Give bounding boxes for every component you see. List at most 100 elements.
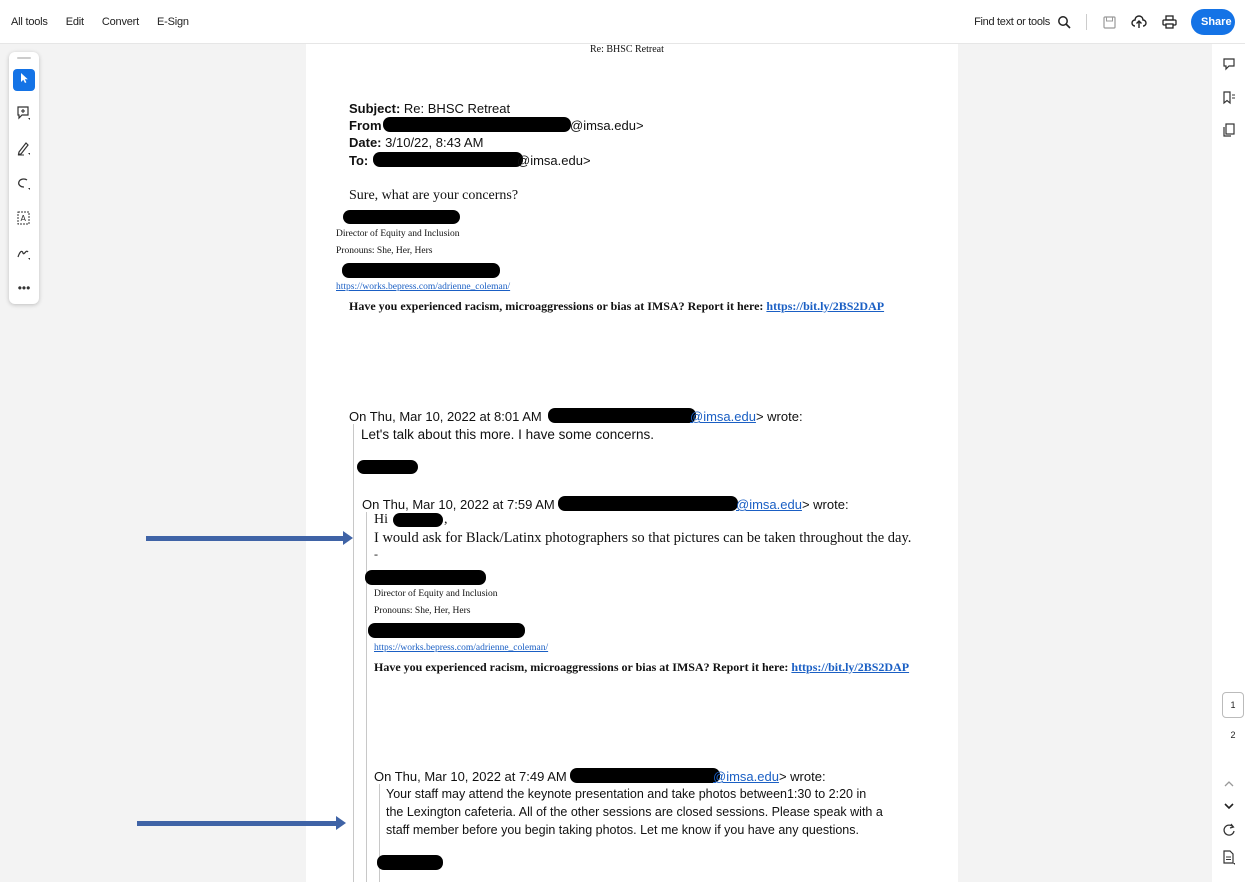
draw-tool[interactable] — [13, 139, 35, 161]
sign-tool[interactable] — [13, 244, 35, 266]
report-link[interactable]: https://bit.ly/2BS2DAP — [766, 299, 884, 313]
cursor-arrow-icon — [18, 71, 30, 90]
save-icon[interactable] — [1101, 14, 1117, 30]
text-box-tool[interactable]: A — [13, 209, 35, 231]
more-tools-button[interactable]: ••• — [13, 277, 35, 299]
quote2-report-text: Have you experienced racism, microaggres… — [374, 660, 789, 674]
quote1-header: On Thu, Mar 10, 2022 at 8:01 AM — [349, 408, 542, 425]
redaction-mark — [365, 570, 486, 585]
menu-all-tools[interactable]: All tools — [11, 16, 48, 28]
signature-title: Director of Equity and Inclusion — [336, 229, 460, 239]
comment-tool[interactable] — [13, 104, 35, 126]
subject-line: Subject: Re: BHSC Retreat — [349, 100, 510, 117]
quote2-signature-title: Director of Equity and Inclusion — [374, 589, 498, 599]
report-line: Have you experienced racism, microaggres… — [349, 299, 884, 314]
quote2-sender: @imsa.edu> wrote: — [736, 496, 849, 513]
redaction-mark — [383, 117, 571, 132]
quote2-header: On Thu, Mar 10, 2022 at 7:59 AM — [362, 496, 555, 513]
to-line: To: — [349, 152, 368, 169]
from-domain: @imsa.edu> — [570, 118, 644, 133]
palette-grip[interactable] — [17, 57, 31, 59]
redaction-mark — [558, 496, 738, 511]
quote3-wrote: > wrote: — [778, 769, 826, 784]
text-box-icon: A — [16, 210, 32, 231]
quote1-prefix: On Thu, Mar 10, 2022 at 8:01 AM — [349, 409, 542, 424]
quote3-line-2: the Lexington cafeteria. All of the othe… — [386, 805, 883, 819]
signature-pronouns: Pronouns: She, Her, Hers — [336, 246, 433, 256]
find-label: Find text or tools — [974, 16, 1050, 28]
pages-panel-icon[interactable] — [1221, 122, 1237, 138]
signature-link[interactable]: https://works.bepress.com/adrienne_colem… — [336, 282, 510, 292]
quote1-border — [353, 424, 354, 882]
current-page-indicator[interactable]: 1 — [1222, 692, 1244, 718]
svg-text:A: A — [21, 214, 27, 223]
menu-esign[interactable]: E-Sign — [157, 16, 189, 28]
redaction-mark — [393, 513, 443, 527]
subject-value: Re: BHSC Retreat — [403, 101, 511, 116]
quote1-domain-link[interactable]: @imsa.edu — [690, 409, 756, 424]
redaction-mark — [343, 210, 460, 224]
subject-label: Subject: — [349, 101, 401, 116]
share-button[interactable]: Share — [1191, 9, 1235, 35]
right-rail — [1212, 44, 1245, 882]
document-canvas[interactable] — [0, 44, 1245, 882]
annotation-arrow — [137, 821, 337, 826]
cloud-upload-icon[interactable] — [1131, 14, 1147, 30]
select-tool[interactable] — [13, 69, 35, 91]
arrow-head-icon — [336, 816, 346, 830]
quote3-prefix: On Thu, Mar 10, 2022 at 7:49 AM — [374, 769, 567, 784]
redaction-mark — [368, 623, 525, 638]
quote2-report-link[interactable]: https://bit.ly/2BS2DAP — [791, 660, 909, 674]
scroll-up-icon[interactable] — [1221, 776, 1237, 792]
comments-panel-icon[interactable] — [1221, 56, 1237, 72]
main-menu: All tools Edit Convert E-Sign — [0, 16, 189, 28]
quote2-signature-pronouns: Pronouns: She, Her, Hers — [374, 606, 471, 616]
toolbar-divider — [1086, 14, 1087, 30]
date-line: Date: 3/10/22, 8:43 AM — [349, 134, 483, 151]
find-tools-button[interactable]: Find text or tools — [974, 14, 1072, 30]
top-right-tools: Find text or tools Share — [974, 0, 1235, 44]
print-icon[interactable] — [1161, 14, 1177, 30]
redaction-mark — [377, 855, 443, 870]
report-text: Have you experienced racism, microaggres… — [349, 299, 764, 313]
quote2-greeting-end: , — [444, 512, 448, 527]
lasso-tool[interactable] — [13, 174, 35, 196]
quote2-greeting: Hi — [374, 512, 388, 527]
quote2-border — [366, 512, 367, 882]
running-title: Re: BHSC Retreat — [590, 44, 664, 55]
quote2-prefix: On Thu, Mar 10, 2022 at 7:59 AM — [362, 497, 555, 512]
menu-convert[interactable]: Convert — [102, 16, 139, 28]
page-settings-icon[interactable] — [1221, 850, 1237, 866]
reply-text: Sure, what are your concerns? — [349, 188, 519, 203]
tool-palette: A ••• — [9, 52, 39, 304]
quote3-domain-link[interactable]: @imsa.edu — [713, 769, 779, 784]
arrow-head-icon — [343, 531, 353, 545]
page-2-indicator[interactable]: 2 — [1222, 730, 1244, 740]
redaction-mark — [570, 768, 720, 783]
scroll-down-icon[interactable] — [1221, 798, 1237, 814]
menu-edit[interactable]: Edit — [66, 16, 84, 28]
redaction-mark — [548, 408, 696, 423]
pen-icon — [16, 140, 32, 161]
quote3-line-1: Your staff may attend the keynote presen… — [386, 787, 867, 801]
from-label: From — [349, 118, 382, 133]
rotate-icon[interactable] — [1221, 822, 1237, 838]
quote1-wrote: > wrote: — [755, 409, 803, 424]
top-toolbar: All tools Edit Convert E-Sign Find text … — [0, 0, 1245, 44]
quote1-sender: @imsa.edu> wrote: — [690, 408, 803, 425]
annotation-arrow — [146, 536, 344, 541]
quote2-domain-link[interactable]: @imsa.edu — [736, 497, 802, 512]
quote2-signature-link[interactable]: https://works.bepress.com/adrienne_colem… — [374, 643, 548, 653]
redaction-mark — [342, 263, 500, 278]
to-domain: @imsa.edu> — [517, 153, 591, 168]
date-value: 3/10/22, 8:43 AM — [385, 135, 484, 150]
quote2-text: I would ask for Black/Latinx photographe… — [374, 530, 912, 546]
quote3-line-3: staff member before you begin taking pho… — [386, 823, 859, 837]
comment-add-icon — [16, 105, 32, 126]
quote1-text: Let's talk about this more. I have some … — [361, 427, 654, 442]
signature-pen-icon — [16, 245, 32, 266]
bookmarks-panel-icon[interactable] — [1221, 90, 1237, 106]
redaction-mark — [357, 460, 418, 474]
more-dots-icon: ••• — [17, 281, 31, 295]
from-line: From — [349, 117, 382, 134]
